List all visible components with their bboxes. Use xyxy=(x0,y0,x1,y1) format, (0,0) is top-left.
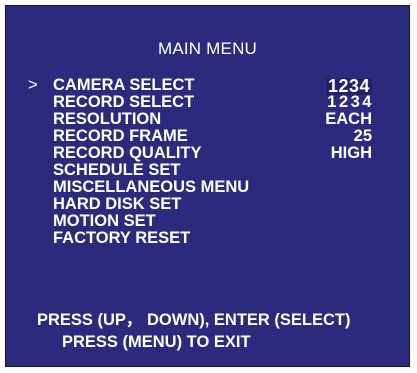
menu-list: > CAMERA SELECT 1234 RECORD SELECT 1234 … xyxy=(6,77,409,247)
menu-item-label: HARD DISK SET xyxy=(53,195,182,213)
menu-item-label: SCHEDULE SET xyxy=(53,161,181,179)
menu-item-schedule-set[interactable]: SCHEDULE SET xyxy=(6,162,409,179)
navigation-hint: PRESS (UP， DOWN), ENTER (SELECT) xyxy=(37,311,351,329)
menu-item-record-frame[interactable]: RECORD FRAME 25 xyxy=(6,128,409,145)
menu-item-label: MISCELLANEOUS MENU xyxy=(53,178,250,196)
selection-cursor-icon: > xyxy=(28,76,38,94)
menu-item-label: RECORD SELECT xyxy=(53,93,195,111)
menu-item-hard-disk-set[interactable]: HARD DISK SET xyxy=(6,196,409,213)
exit-hint: PRESS (MENU) TO EXIT xyxy=(62,333,251,351)
menu-item-label: RESOLUTION xyxy=(53,110,162,128)
menu-item-miscellaneous-menu[interactable]: MISCELLANEOUS MENU xyxy=(6,179,409,196)
menu-item-resolution[interactable]: RESOLUTION EACH xyxy=(6,111,409,128)
menu-item-motion-set[interactable]: MOTION SET xyxy=(6,213,409,230)
menu-item-factory-reset[interactable]: FACTORY RESET xyxy=(6,230,409,247)
menu-item-label: MOTION SET xyxy=(53,212,156,230)
menu-item-value: 1234 xyxy=(327,93,374,111)
menu-item-label: CAMERA SELECT xyxy=(53,76,195,94)
menu-item-record-select[interactable]: RECORD SELECT 1234 xyxy=(6,94,409,111)
menu-item-label: RECORD QUALITY xyxy=(53,144,202,162)
osd-menu-screen: MAIN MENU > CAMERA SELECT 1234 RECORD SE… xyxy=(5,5,410,367)
menu-item-label: RECORD FRAME xyxy=(53,127,188,145)
menu-item-label: FACTORY RESET xyxy=(53,229,191,247)
menu-item-value: 25 xyxy=(353,127,372,145)
menu-title: MAIN MENU xyxy=(157,39,258,58)
menu-item-value: HIGH xyxy=(330,144,372,162)
menu-item-camera-select[interactable]: > CAMERA SELECT 1234 xyxy=(6,76,409,95)
menu-item-record-quality[interactable]: RECORD QUALITY HIGH xyxy=(6,145,409,162)
menu-item-value: EACH xyxy=(325,110,372,128)
